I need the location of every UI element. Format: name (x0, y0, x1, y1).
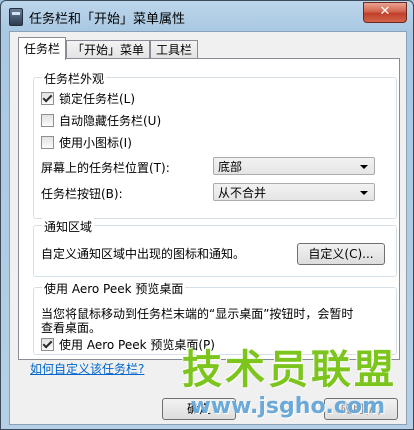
help-link[interactable]: 如何自定义该任务栏? (30, 360, 144, 377)
aero-peek-desc-line2: 查看桌面。 (41, 321, 102, 335)
checkbox-checked-icon[interactable] (41, 92, 54, 105)
tab-start-menu[interactable]: 「开始」菜单 (66, 40, 151, 59)
autohide-label: 自动隐藏任务栏(U) (59, 114, 162, 128)
dialog-window: 任务栏和「开始」菜单属性 ✕ 任务栏 「开始」菜单 工具栏 任务栏外观 锁定任务… (0, 0, 414, 430)
checkbox-unchecked-icon[interactable] (41, 136, 54, 149)
checkbox-unchecked-icon[interactable] (41, 114, 54, 127)
tab-panel: 任务栏外观 锁定任务栏(L) 自动隐藏任务栏(U) 使用小图标(I) 屏幕上的任… (18, 58, 400, 360)
watermark-logo: 技术员联盟 (182, 347, 397, 393)
position-label: 屏幕上的任务栏位置(T): (41, 161, 170, 175)
checkbox-checked-icon[interactable] (41, 338, 54, 351)
tab-toolbars[interactable]: 工具栏 (150, 40, 199, 59)
aero-peek-heading: 使用 Aero Peek 预览桌面 (42, 280, 186, 297)
window-title: 任务栏和「开始」菜单属性 (29, 12, 186, 27)
position-select[interactable]: 底部 (213, 157, 375, 175)
lock-taskbar-checkbox[interactable]: 锁定任务栏(L) (41, 91, 135, 107)
buttons-value: 从不合并 (218, 186, 267, 200)
buttons-label: 任务栏按钮(B): (41, 187, 123, 201)
small-icons-label: 使用小图标(I) (59, 136, 132, 150)
notification-heading: 通知区域 (42, 218, 95, 235)
lock-taskbar-label: 锁定任务栏(L) (59, 92, 136, 106)
watermark-url: www.jsgho.com (190, 394, 385, 419)
tab-taskbar[interactable]: 任务栏 (18, 37, 67, 60)
buttons-select[interactable]: 从不合并 (213, 183, 375, 201)
notification-text: 自定义通知区域中出现的图标和通知。 (41, 247, 246, 261)
appearance-heading: 任务栏外观 (42, 70, 107, 87)
autohide-checkbox[interactable]: 自动隐藏任务栏(U) (41, 113, 161, 129)
customize-button[interactable]: 自定义(C)... (297, 243, 385, 265)
title-bar[interactable]: 任务栏和「开始」菜单属性 ✕ (1, 1, 413, 31)
close-button[interactable]: ✕ (363, 2, 407, 23)
position-value: 底部 (218, 160, 243, 174)
small-icons-checkbox[interactable]: 使用小图标(I) (41, 135, 132, 151)
chevron-down-icon (360, 165, 368, 169)
chevron-down-icon (360, 191, 368, 195)
taskbar-icon (9, 8, 23, 26)
